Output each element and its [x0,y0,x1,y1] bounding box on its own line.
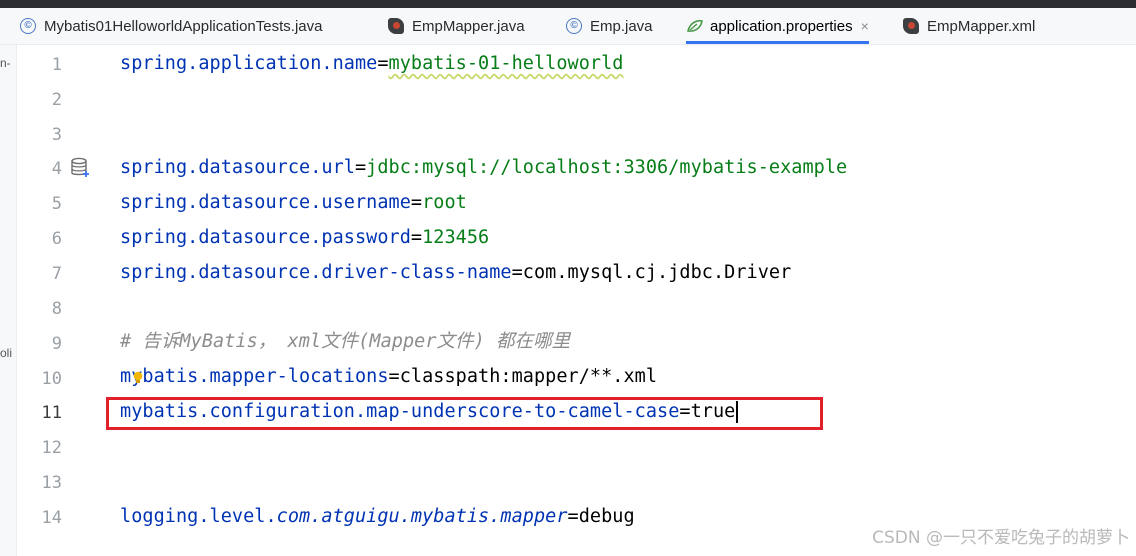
editor-tab-bar: © Mybatis01HelloworldApplicationTests.ja… [0,8,1136,45]
comment-text: # 告诉MyBatis， xml文件(Mapper文件) 都在哪里 [120,331,571,352]
equals-sign: = [354,157,367,178]
property-key: spring.application.name [120,53,378,74]
property-key: mybatis.mapper-locations [120,366,389,387]
line-number: 6 [51,229,62,249]
line-number: 8 [51,299,62,319]
code-line-4[interactable]: spring.datasource.url=jdbc:mysql://local… [120,157,847,179]
line-number: 9 [51,334,62,354]
code-line-10[interactable]: mybatis.mapper-locations=classpath:mappe… [120,366,657,388]
line-number: 7 [51,264,62,284]
properties-icon [686,18,703,34]
class-icon: © [566,18,582,34]
lightbulb-icon[interactable] [133,370,143,384]
mapper-icon [388,18,404,34]
side-fragment: n- [0,56,11,70]
line-number-current: 11 [41,403,62,423]
line-number: 5 [51,194,62,214]
code-line-6[interactable]: spring.datasource.password=123456 [120,227,489,249]
tab-application-properties[interactable]: application.properties × [686,8,869,44]
side-fragment: oli [0,346,13,360]
property-key: spring.datasource.url [120,157,355,178]
red-highlight-box [106,397,823,430]
property-value: mybatis-01-helloworld [388,53,624,74]
tab-label: Emp.java [590,17,653,35]
tab-label: EmpMapper.xml [927,17,1036,35]
equals-sign: = [410,227,423,248]
tab-label: Mybatis01HelloworldApplicationTests.java [44,17,323,35]
csdn-watermark: CSDN @一只不爱吃兔子的胡萝卜 [872,528,1130,548]
code-line-7[interactable]: spring.datasource.driver-class-name=com.… [120,262,791,284]
code-line-9-comment[interactable]: # 告诉MyBatis， xml文件(Mapper文件) 都在哪里 [120,331,570,353]
tab-emp-java[interactable]: © Emp.java [566,8,653,44]
property-value: classpath:mapper/**.xml [399,366,658,387]
line-number: 4 [51,159,62,179]
project-panel-edge[interactable] [0,45,17,556]
tab-label: application.properties [710,17,853,35]
equals-sign: = [567,506,579,527]
tab-empmapper-java[interactable]: EmpMapper.java [388,8,525,44]
tab-mybatis01-tests[interactable]: © Mybatis01HelloworldApplicationTests.ja… [20,8,322,44]
database-icon[interactable] [70,157,90,179]
line-number: 10 [41,369,62,389]
property-value: 123456 [422,227,490,248]
property-key: spring.datasource.password [120,227,411,248]
property-key-prefix: logging.level. [120,506,277,527]
line-number: 14 [41,508,62,528]
mapper-icon [903,18,919,34]
close-tab-icon[interactable]: × [861,18,869,34]
tab-empmapper-xml[interactable]: EmpMapper.xml [903,8,1035,44]
line-number: 3 [51,125,62,145]
code-line-14[interactable]: logging.level.com.atguigu.mybatis.mapper… [120,506,635,528]
property-key-package: com.atguigu.mybatis.mapper [276,506,568,527]
property-key: spring.datasource.driver-class-name [120,262,512,283]
line-number: 1 [51,55,62,75]
property-key: spring.datasource.username [120,192,411,213]
equals-sign: = [388,366,400,387]
code-line-1[interactable]: spring.application.name=mybatis-01-hello… [120,53,623,75]
equals-sign: = [377,53,389,74]
line-number: 12 [41,438,62,458]
line-number: 13 [41,473,62,493]
class-icon: © [20,18,36,34]
property-value: root [422,192,467,213]
line-number: 2 [51,90,62,110]
equals-sign: = [511,262,523,283]
code-line-5[interactable]: spring.datasource.username=root [120,192,467,214]
window-top-bar [0,0,1136,8]
tab-label: EmpMapper.java [412,17,525,35]
equals-sign: = [410,192,423,213]
property-value: jdbc:mysql://localhost:3306/mybatis-exam… [366,157,848,178]
property-value: debug [578,506,635,527]
property-value: com.mysql.cj.jdbc.Driver [522,262,792,283]
